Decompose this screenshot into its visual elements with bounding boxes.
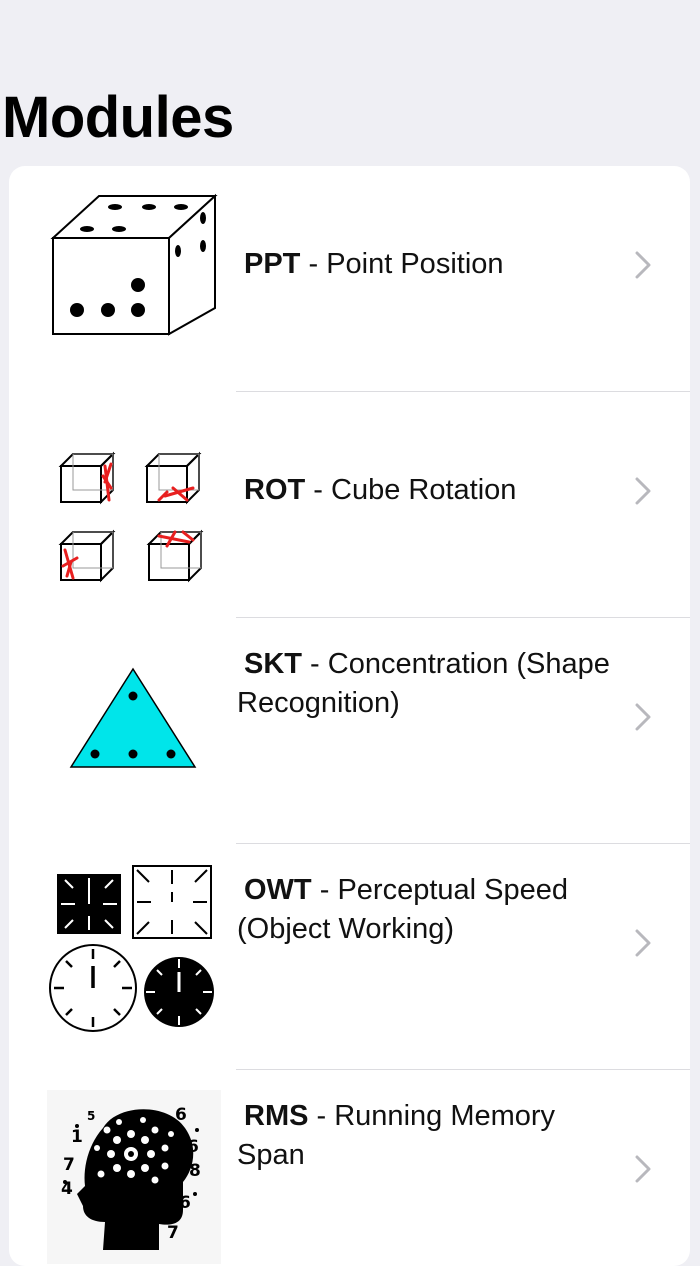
chevron-right-icon [634,702,652,732]
head-numbers-icon: 1 7 4 5 6 6 8 6 7 [47,1090,221,1264]
modules-list: PPT - Point Position ROT - Cube Rotation… [9,166,690,1266]
chevron-right-icon [634,250,652,280]
page-title: Modules [2,85,234,150]
module-row-owt[interactable]: OWT - Perceptual Speed (Object Working) [9,844,690,1070]
module-label-ppt: PPT - Point Position [237,245,620,284]
chevron-right-icon [634,1154,652,1184]
svg-text:5: 5 [87,1109,95,1123]
svg-text:6: 6 [187,1137,199,1157]
module-code: PPT [244,248,301,280]
module-label-rms: RMS - Running Memory Span [237,1100,556,1171]
module-row-rot[interactable]: ROT - Cube Rotation [9,392,690,618]
dice-icon [47,188,221,362]
svg-text:6: 6 [179,1193,191,1213]
module-row-rms[interactable]: 1 7 4 5 6 6 8 6 7 RMS - Running Memory S… [9,1070,690,1266]
module-row-ppt[interactable]: PPT - Point Position [9,166,690,392]
svg-text:1: 1 [71,1127,83,1147]
chevron-right-icon [634,928,652,958]
module-name: Point Position [326,248,504,280]
module-label-skt: SKT - Concentration (Shape Recognition) [237,648,610,719]
module-name: Cube Rotation [331,474,517,506]
chevron-right-icon [634,476,652,506]
module-code: ROT [244,474,306,506]
module-code: OWT [244,874,312,906]
module-label-owt: OWT - Perceptual Speed (Object Working) [237,874,568,945]
cube-rotation-icon [47,416,221,590]
module-row-skt[interactable]: SKT - Concentration (Shape Recognition) [9,618,690,844]
triangle-dots-icon [47,642,221,816]
clocks-icon [47,862,221,1036]
svg-text:8: 8 [189,1161,201,1181]
svg-text:7: 7 [167,1223,179,1243]
module-code: SKT [244,648,302,680]
svg-text:7: 7 [63,1155,75,1175]
module-code: RMS [244,1100,309,1132]
svg-text:6: 6 [175,1105,187,1125]
module-label-rot: ROT - Cube Rotation [237,471,620,510]
